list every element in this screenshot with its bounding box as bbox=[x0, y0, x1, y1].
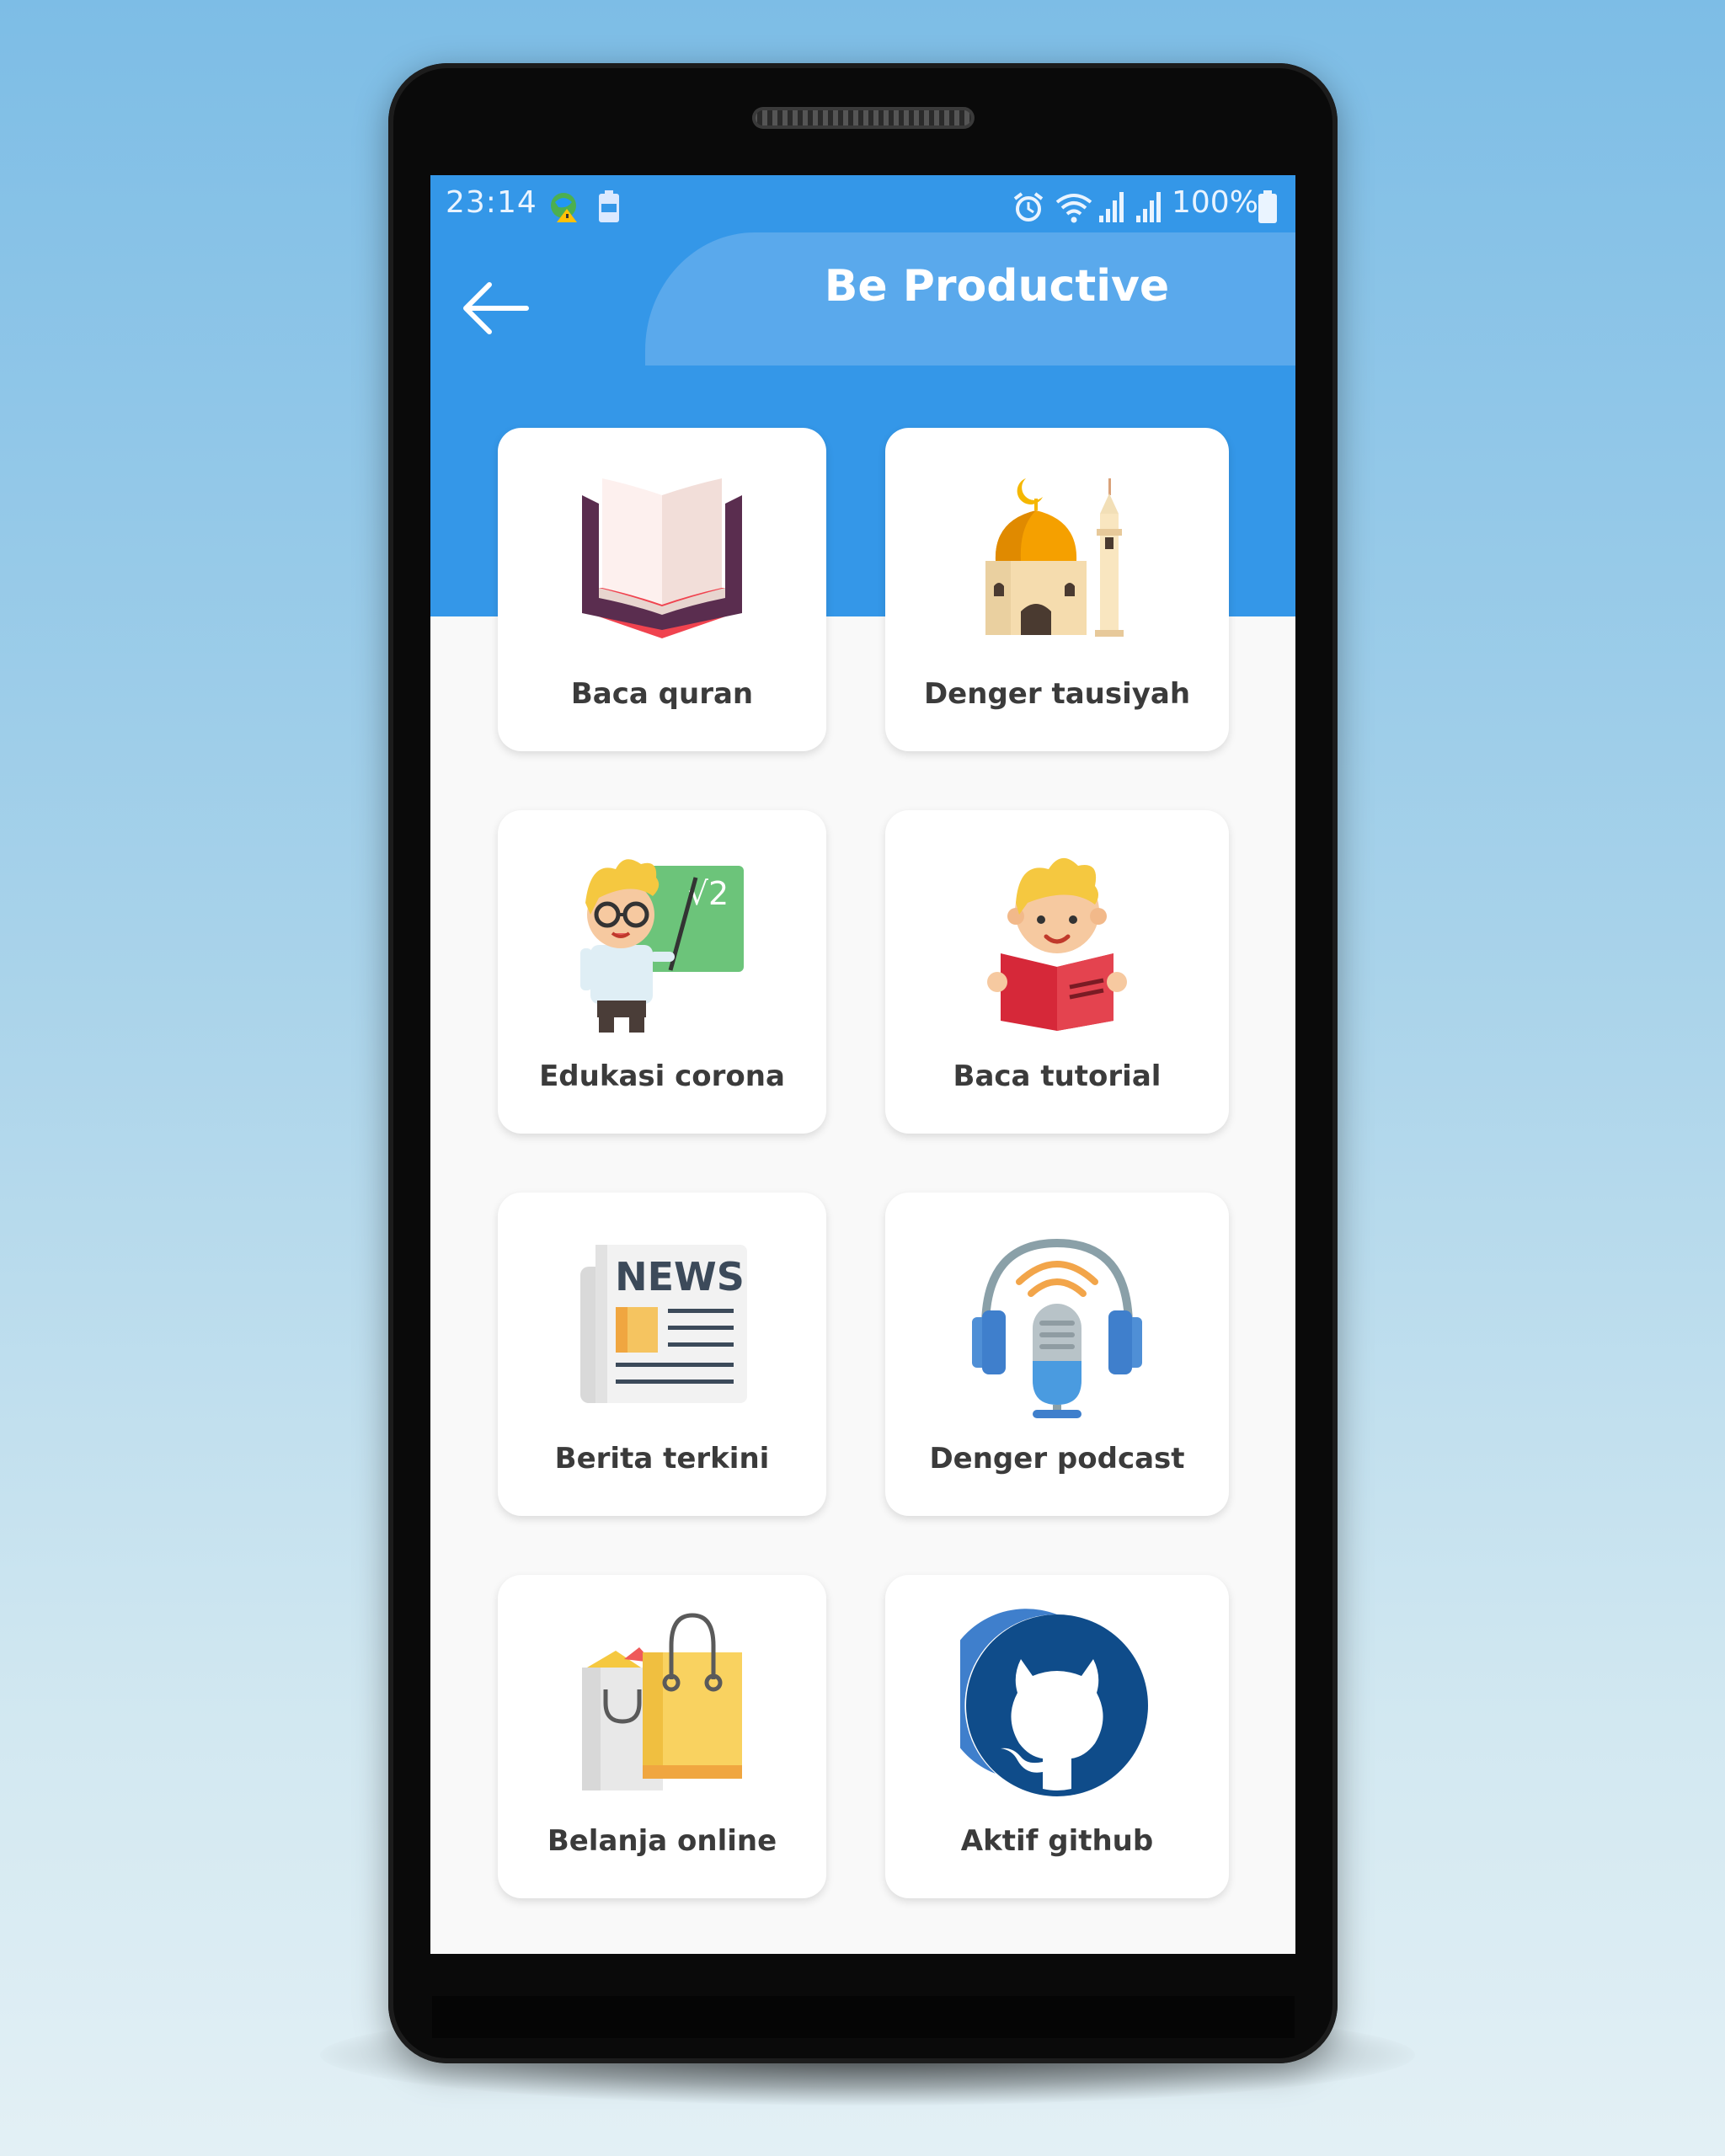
earpiece-speaker bbox=[752, 107, 975, 129]
menu-card-belanja-online[interactable]: Belanja online bbox=[498, 1575, 826, 1898]
signal-icon-2 bbox=[1136, 192, 1161, 222]
teacher-icon: √2 bbox=[565, 844, 759, 1038]
menu-card-baca-quran[interactable]: Baca quran bbox=[498, 428, 826, 751]
menu-card-baca-tutorial[interactable]: Baca tutorial bbox=[885, 810, 1229, 1134]
menu-card-label: Denger podcast bbox=[929, 1442, 1185, 1476]
menu-card-denger-podcast[interactable]: Denger podcast bbox=[885, 1193, 1229, 1516]
phone-chin bbox=[432, 1996, 1295, 2038]
globe-alert-icon bbox=[551, 193, 577, 222]
menu-card-label: Denger tausiyah bbox=[923, 677, 1191, 711]
status-bar: 23:14 100% bbox=[430, 175, 1295, 232]
menu-card-label: Edukasi corona bbox=[539, 1059, 785, 1093]
quran-icon bbox=[565, 462, 759, 655]
battery-percent: 100% bbox=[1172, 185, 1258, 220]
menu-card-denger-tausiyah[interactable]: Denger tausiyah bbox=[885, 428, 1229, 751]
alarm-icon bbox=[1013, 192, 1044, 221]
status-time: 23:14 bbox=[446, 185, 537, 220]
menu-card-berita-terkini[interactable]: NEWS Berita terkini bbox=[498, 1193, 826, 1516]
menu-card-label: Baca quran bbox=[570, 677, 754, 711]
back-arrow-icon[interactable] bbox=[456, 268, 537, 349]
signal-icon-1 bbox=[1099, 192, 1124, 222]
menu-card-label: Belanja online bbox=[547, 1824, 777, 1858]
newspaper-icon: NEWS bbox=[565, 1226, 759, 1420]
reading-boy-icon bbox=[960, 844, 1154, 1038]
github-icon bbox=[960, 1609, 1154, 1802]
app-screen: 23:14 100% Be Productive Baca quran Deng… bbox=[430, 175, 1295, 1954]
page-title: Be Productive bbox=[824, 261, 1170, 312]
news-text: NEWS bbox=[615, 1254, 745, 1299]
podcast-mic-icon bbox=[960, 1226, 1154, 1420]
menu-card-label: Aktif github bbox=[960, 1824, 1154, 1858]
menu-card-label: Berita terkini bbox=[554, 1442, 770, 1476]
wifi-icon bbox=[1055, 194, 1092, 223]
battery-icon bbox=[1258, 190, 1277, 223]
menu-card-aktif-github[interactable]: Aktif github bbox=[885, 1575, 1229, 1898]
battery-saver-icon bbox=[599, 190, 619, 222]
mosque-icon bbox=[960, 462, 1154, 655]
menu-card-label: Baca tutorial bbox=[953, 1059, 1162, 1093]
menu-card-edukasi-corona[interactable]: √2 Edukasi corona bbox=[498, 810, 826, 1134]
shopping-bags-icon bbox=[565, 1609, 759, 1802]
